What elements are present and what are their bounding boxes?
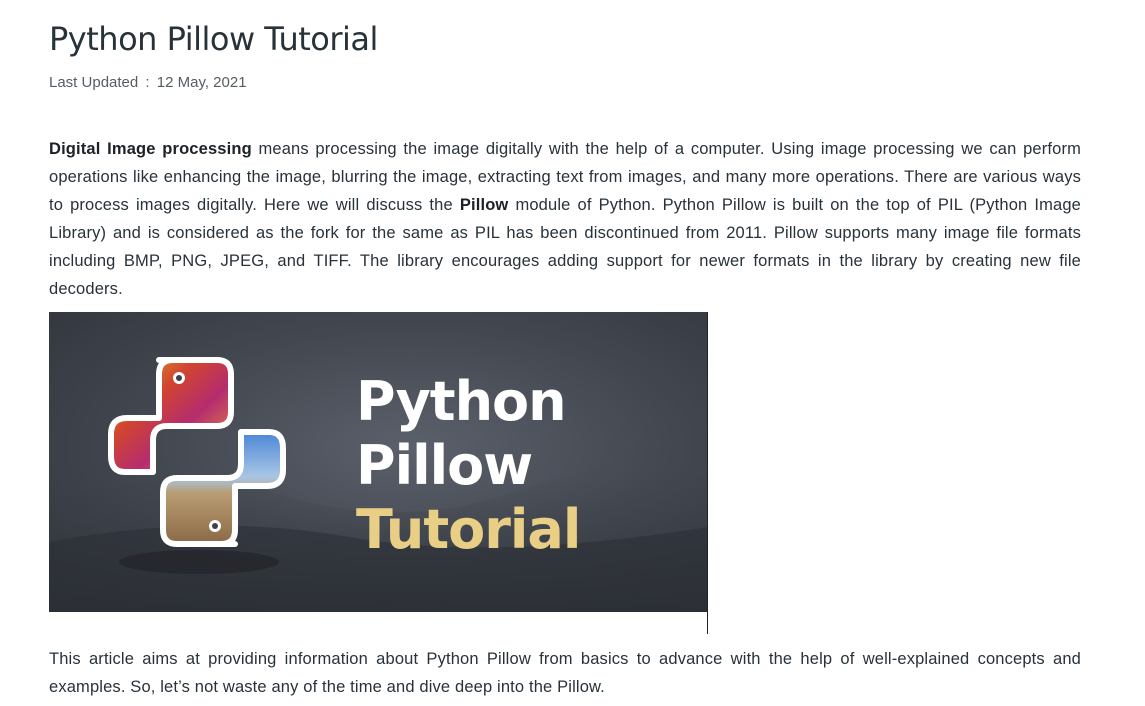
outro-paragraph: This article aims at providing informati… [49,650,1081,696]
tutorial-banner-image: Python Pillow Tutorial [49,312,708,612]
last-updated-label: Last Updated [49,74,139,91]
banner-line-tutorial: Tutorial [356,498,581,561]
image-border-line [707,312,708,634]
intro-bold-term: Digital Image processing [49,140,252,158]
page-title: Python Pillow Tutorial [49,20,378,58]
intro-paragraph: Digital Image processing means processin… [49,135,1081,303]
intro-bold-pillow: Pillow [459,196,509,214]
last-updated-separator: : [145,74,150,91]
banner-line-pillow: Pillow [356,434,533,497]
python-logo-icon [108,357,286,547]
last-updated-date: 12 May, 2021 [156,74,247,91]
banner-line-python: Python [356,370,567,433]
banner-title: Python Pillow Tutorial [356,370,581,562]
last-updated: Last Updated : 12 May, 2021 [49,74,247,91]
